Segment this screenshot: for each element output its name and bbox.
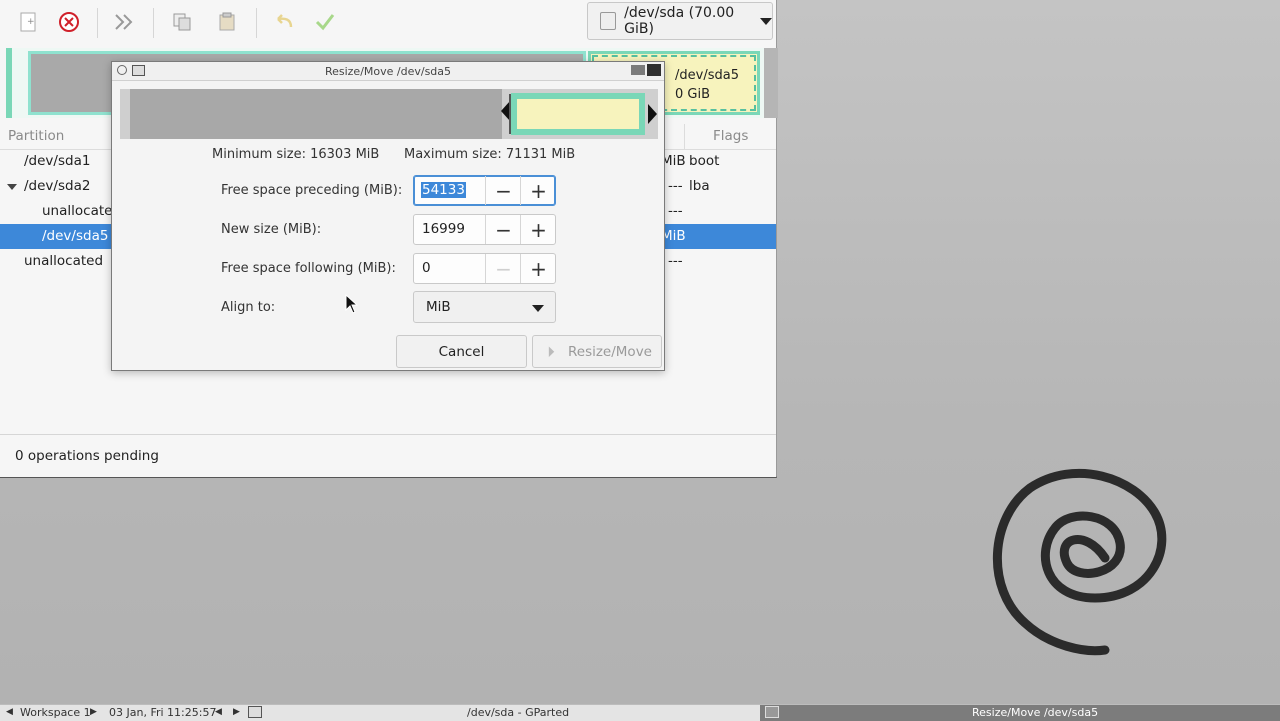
new-size-value[interactable]: 16999 [422, 221, 465, 237]
minimize-button[interactable] [631, 65, 645, 75]
task-resize-move[interactable]: Resize/Move /dev/sda5 [760, 705, 1280, 721]
increment-button[interactable]: + [520, 215, 556, 244]
apply-icon[interactable] [312, 9, 338, 35]
partition-size: --- [668, 203, 683, 219]
decrement-button[interactable]: − [485, 215, 521, 244]
paste-icon[interactable] [214, 9, 240, 35]
debian-swirl-logo [993, 468, 1167, 656]
partition-flags: boot [689, 153, 720, 169]
maximum-size-label: Maximum size: 71131 MiB [404, 147, 576, 162]
preceding-value[interactable]: 54133 [421, 182, 466, 198]
align-label: Align to: [221, 300, 276, 315]
delete-partition-icon[interactable] [56, 9, 82, 35]
task-prev-icon[interactable]: ◀ [215, 707, 222, 717]
cancel-button[interactable]: Cancel [396, 335, 527, 368]
partition-name: unallocated [42, 203, 122, 219]
partition-flags: lba [689, 178, 710, 194]
partition-name: /dev/sda5 [42, 228, 109, 244]
chevron-down-icon [532, 305, 544, 312]
decrement-button[interactable]: − [485, 176, 521, 205]
new-partition-icon[interactable]: + [15, 9, 41, 35]
resize-move-icon: ⏵ [547, 342, 555, 361]
task-resize-move-label: Resize/Move /dev/sda5 [972, 706, 1099, 719]
column-header-flags[interactable]: Flags [713, 128, 748, 144]
toolbar: + /dev/sda (70.00 GiB) [0, 0, 776, 46]
device-selector-label: /dev/sda (70.00 GiB) [624, 5, 735, 37]
mouse-pointer-icon [345, 294, 359, 314]
resize-move-button-label: Resize/Move [567, 343, 652, 360]
column-header-partition[interactable]: Partition [8, 128, 64, 144]
dialog-title: Resize/Move /dev/sda5 [324, 65, 452, 78]
resize-move-button: ⏵ Resize/Move [532, 335, 662, 368]
increment-button[interactable]: + [520, 176, 556, 205]
resize-graphic[interactable] [120, 89, 658, 139]
gparted-task-icon[interactable] [248, 706, 262, 718]
partition-size: --- [668, 178, 683, 194]
partition-name: /dev/sda2 [24, 178, 91, 194]
clock: 03 Jan, Fri 11:25:57 [109, 706, 217, 719]
align-to-select[interactable]: MiB [413, 291, 556, 323]
partition-name: unallocated [24, 253, 104, 269]
partition-name: /dev/sda1 [24, 153, 91, 169]
status-bar: 0 operations pending [0, 434, 776, 477]
resize-move-dialog: Resize/Move /dev/sda5 Minimum size: 1630… [111, 61, 665, 371]
disk-map-sda5-name: /dev/sda5 [675, 68, 739, 83]
disk-icon [600, 12, 617, 30]
dialog-task-icon [765, 706, 779, 718]
new-size-spinner[interactable]: 16999 − + [413, 214, 556, 245]
expander-icon[interactable] [7, 184, 17, 190]
resize-move-icon[interactable] [111, 9, 137, 35]
pending-operations-text: 0 operations pending [15, 448, 159, 464]
free-space-preceding-bar [130, 89, 502, 139]
right-resize-handle-icon[interactable] [648, 104, 657, 124]
decrement-button: − [485, 254, 521, 283]
chevron-down-icon [760, 17, 772, 25]
workspace-prev-icon[interactable]: ◀ [6, 707, 13, 717]
increment-button[interactable]: + [520, 254, 556, 283]
dialog-titlebar[interactable]: Resize/Move /dev/sda5 [112, 62, 664, 81]
copy-icon[interactable] [169, 9, 195, 35]
svg-text:+: + [27, 17, 35, 27]
minimum-size-label: Minimum size: 16303 MiB [212, 147, 380, 162]
preceding-label: Free space preceding (MiB): [221, 183, 403, 198]
task-gparted[interactable]: /dev/sda - GParted [467, 706, 569, 719]
free-space-preceding-spinner[interactable]: 54133 − + [413, 175, 556, 206]
align-value: MiB [426, 299, 451, 315]
taskbar: ◀ Workspace 1 ▶ 03 Jan, Fri 11:25:57 ◀ ▶… [0, 704, 1280, 721]
free-space-following-spinner[interactable]: 0 − + [413, 253, 556, 284]
partition-block[interactable] [511, 93, 645, 135]
workspace-next-icon[interactable]: ▶ [90, 707, 97, 717]
disk-map-sda5-size: 0 GiB [675, 87, 711, 102]
new-size-label: New size (MiB): [221, 222, 322, 237]
device-selector[interactable]: /dev/sda (70.00 GiB) [587, 2, 773, 40]
cancel-button-label: Cancel [438, 343, 485, 360]
task-next-icon[interactable]: ▶ [233, 707, 240, 717]
disk-map-unallocated[interactable] [764, 48, 778, 118]
close-button[interactable] [647, 64, 661, 76]
workspace-label[interactable]: Workspace 1 [20, 706, 91, 719]
undo-icon[interactable] [271, 9, 297, 35]
partition-size: --- [668, 253, 683, 269]
following-value[interactable]: 0 [422, 260, 431, 276]
following-label: Free space following (MiB): [221, 261, 396, 276]
